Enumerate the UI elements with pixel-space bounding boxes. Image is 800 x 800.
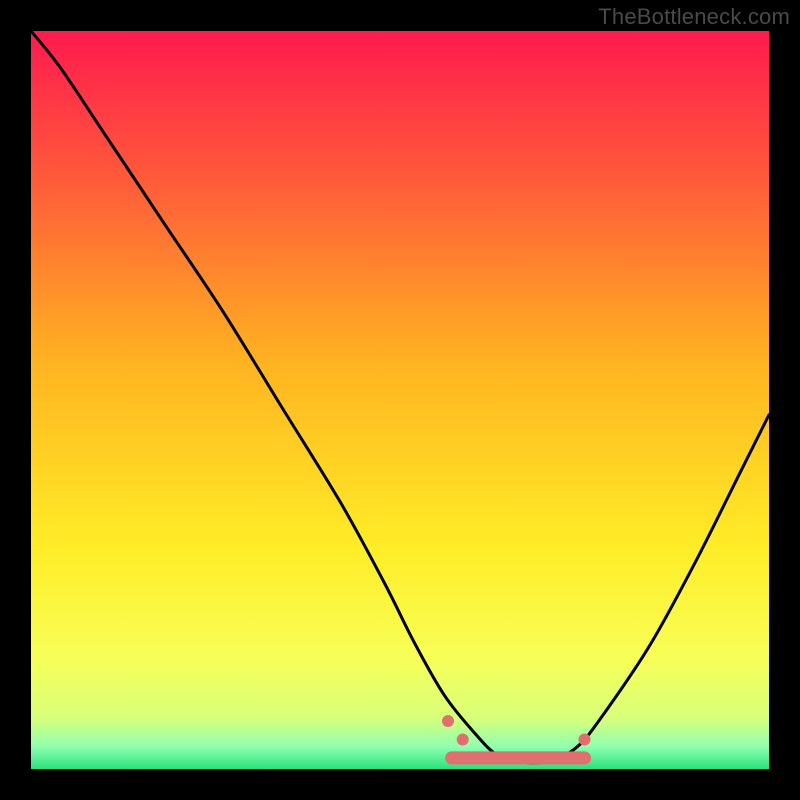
chart-frame: TheBottleneck.com (0, 0, 800, 800)
marker-dot (457, 734, 469, 746)
marker-dot (442, 715, 454, 727)
watermark-text: TheBottleneck.com (598, 4, 790, 30)
marker-dot (579, 734, 591, 746)
gradient-background (31, 31, 769, 769)
chart-svg (31, 31, 769, 769)
